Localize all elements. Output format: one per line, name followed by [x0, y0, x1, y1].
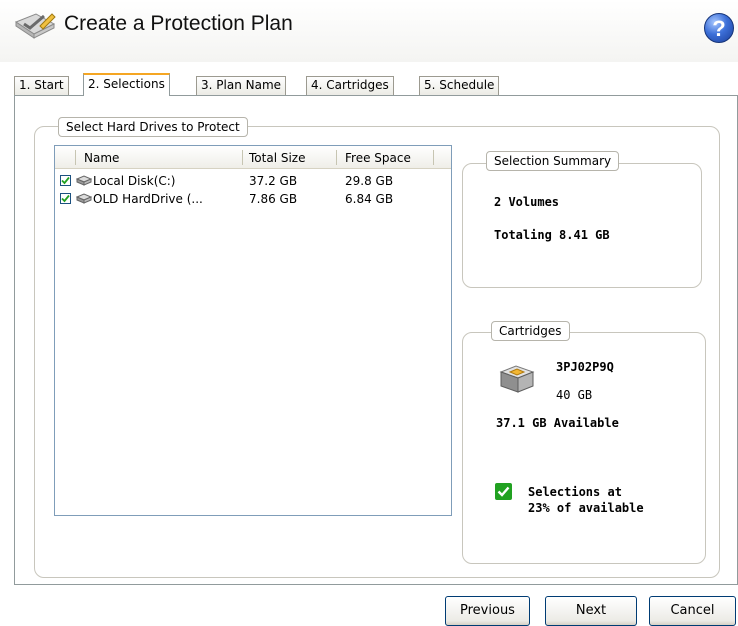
- selection-summary-group: [462, 163, 702, 288]
- list-item[interactable]: OLD HardDrive (... 7.86 GB 6.84 GB: [55, 191, 451, 207]
- page-title: Create a Protection Plan: [64, 12, 293, 35]
- tab-cartridges[interactable]: 4. Cartridges: [306, 76, 394, 95]
- drives-list[interactable]: Name Total Size Free Space Local Disk(C:…: [54, 145, 452, 516]
- column-separator: [336, 150, 337, 165]
- drive-free-space: 29.8 GB: [345, 174, 394, 188]
- hard-disk-icon: [75, 193, 93, 204]
- column-separator: [433, 150, 434, 165]
- tab-plan-name[interactable]: 3. Plan Name: [196, 76, 287, 95]
- hard-disk-icon: [75, 175, 93, 186]
- row-checkbox[interactable]: [60, 193, 71, 204]
- row-checkbox[interactable]: [60, 175, 71, 186]
- pen-checklist-icon: [14, 12, 56, 42]
- drive-free-space: 6.84 GB: [345, 192, 394, 206]
- summary-total: Totaling 8.41 GB: [494, 228, 610, 242]
- drives-group-legend: Select Hard Drives to Protect: [58, 117, 248, 137]
- tab-schedule[interactable]: 5. Schedule: [419, 76, 500, 95]
- help-icon[interactable]: ?: [704, 13, 734, 43]
- selections-status-line2: 23% of available: [528, 501, 644, 515]
- drive-name: OLD HardDrive (...: [93, 192, 203, 206]
- cartridge-size: 40 GB: [556, 388, 593, 402]
- selection-summary-legend: Selection Summary: [486, 151, 620, 171]
- next-button[interactable]: Next: [545, 596, 637, 626]
- cancel-button[interactable]: Cancel: [649, 596, 736, 626]
- column-separator: [242, 150, 243, 165]
- cartridge-drive-icon: [498, 360, 536, 394]
- tab-selections[interactable]: 2. Selections: [83, 73, 170, 96]
- column-total-size[interactable]: Total Size: [249, 146, 305, 167]
- column-name[interactable]: Name: [84, 146, 119, 167]
- wizard-header: Create a Protection Plan ?: [0, 0, 738, 62]
- selections-status-line1: Selections at: [528, 485, 622, 499]
- cartridges-legend: Cartridges: [491, 321, 570, 341]
- summary-volumes: 2 Volumes: [494, 195, 560, 209]
- cartridge-id: 3PJ02P9Q: [556, 360, 614, 374]
- column-separator: [75, 150, 76, 165]
- drive-name: Local Disk(C:): [93, 174, 176, 188]
- cartridge-available: 37.1 GB Available: [496, 416, 619, 430]
- drive-total-size: 37.2 GB: [249, 174, 298, 188]
- tab-start[interactable]: 1. Start: [14, 76, 69, 95]
- column-free-space[interactable]: Free Space: [345, 146, 411, 167]
- list-item[interactable]: Local Disk(C:) 37.2 GB 29.8 GB: [55, 173, 451, 189]
- previous-button[interactable]: Previous: [445, 596, 530, 626]
- list-header: Name Total Size Free Space: [55, 146, 451, 169]
- green-check-icon: [495, 483, 512, 500]
- drive-total-size: 7.86 GB: [249, 192, 298, 206]
